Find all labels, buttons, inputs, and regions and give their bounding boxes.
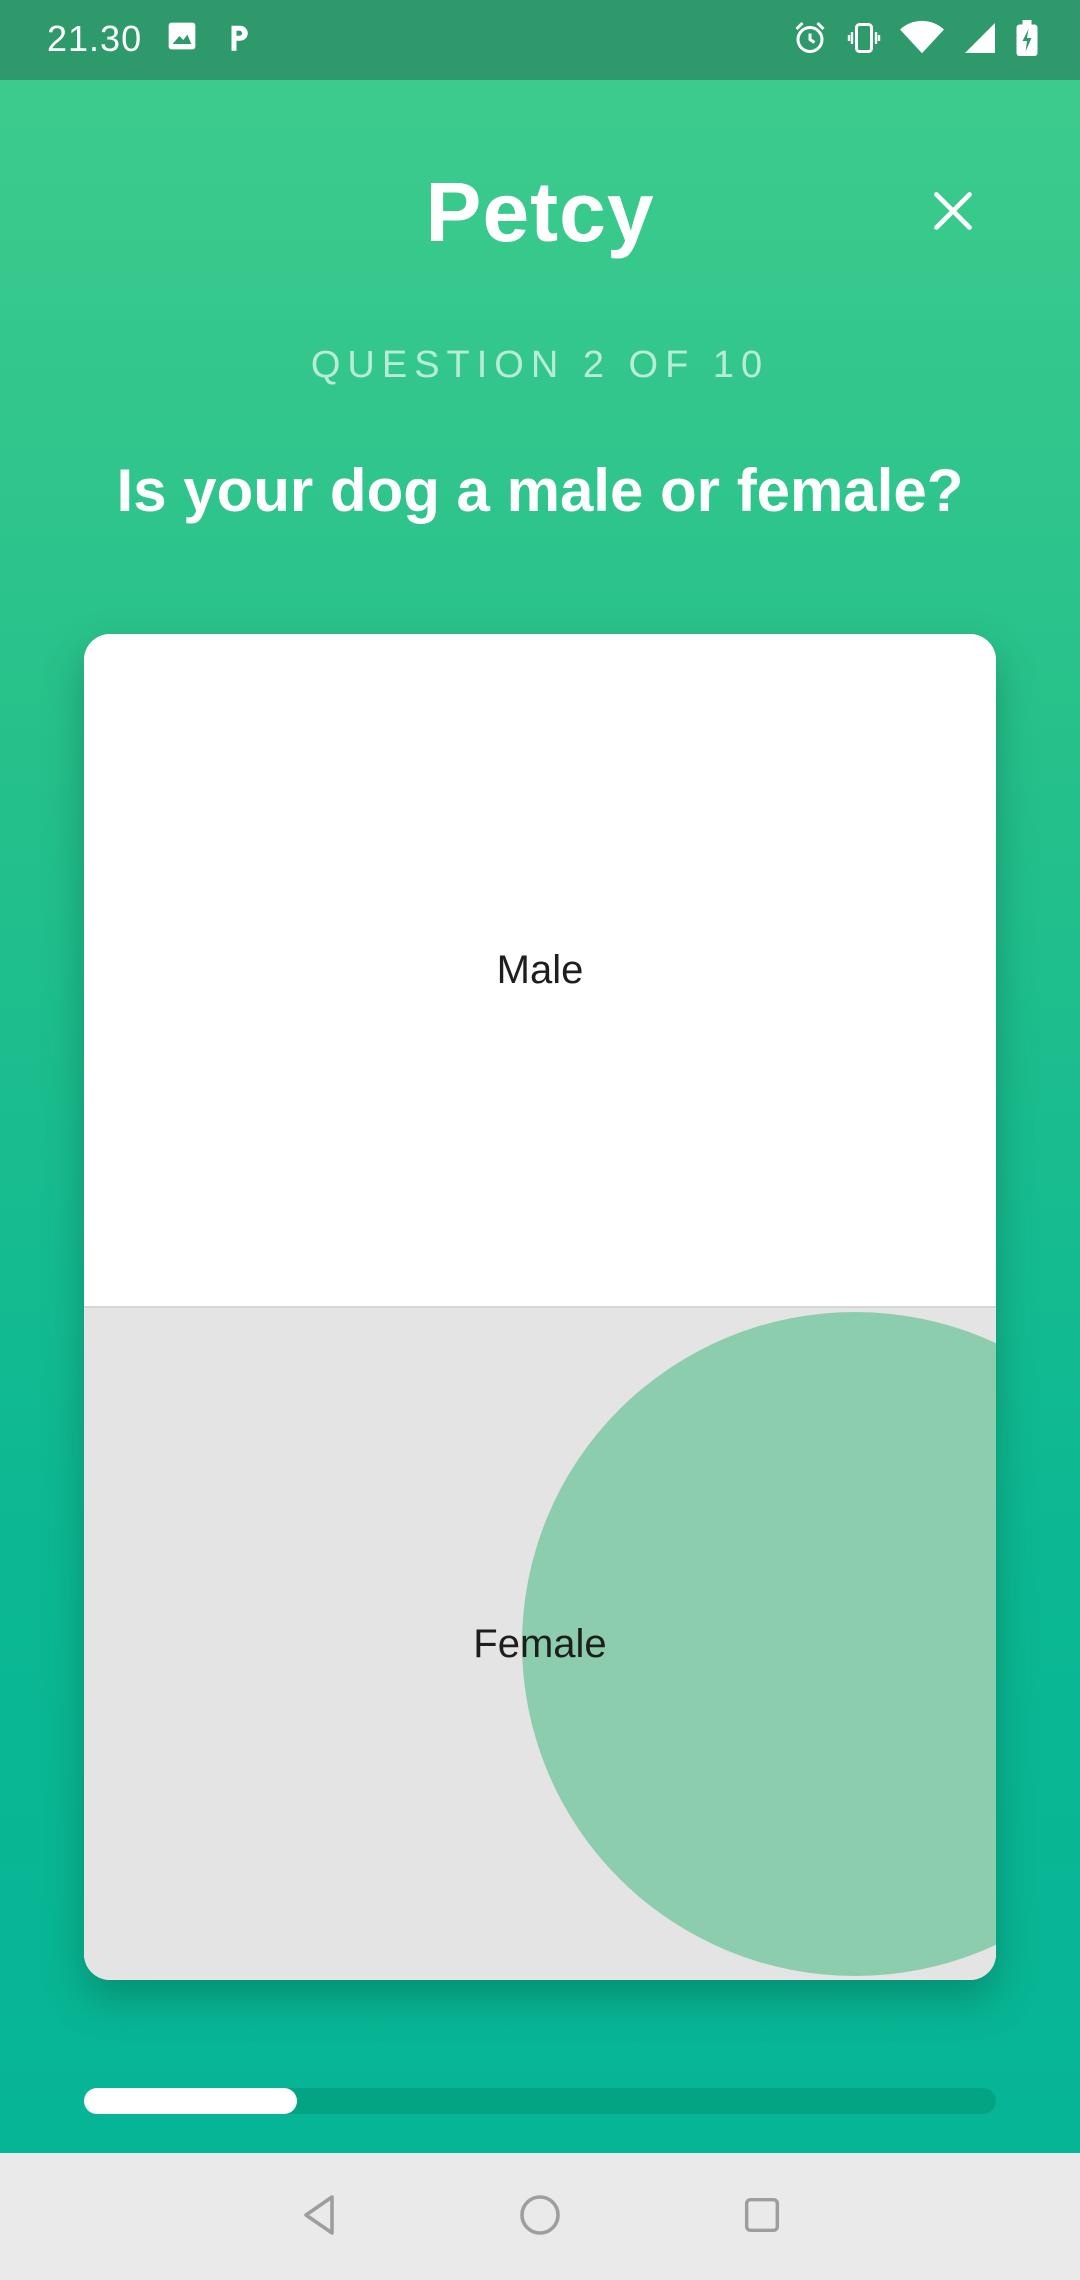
status-right-icons [792, 20, 1038, 56]
wifi-icon [900, 20, 944, 56]
status-time: 21.30 [47, 18, 143, 59]
recents-button[interactable] [730, 2185, 794, 2249]
progress-fill [84, 2088, 297, 2114]
back-icon [296, 2191, 344, 2244]
vibrate-icon [846, 20, 882, 56]
battery-charging-icon [1016, 20, 1038, 56]
home-button[interactable] [508, 2185, 572, 2249]
option-label: Male [496, 947, 584, 992]
close-button[interactable] [920, 180, 986, 246]
back-button[interactable] [288, 2185, 352, 2249]
status-left-icons [166, 20, 254, 54]
option-female-button[interactable]: Female [84, 1306, 996, 1980]
recents-icon [739, 2192, 785, 2243]
app-title: Petcy [425, 165, 655, 259]
status-bar: 21.30 [0, 0, 1080, 80]
question-text: Is your dog a male or female? [116, 457, 964, 524]
answer-card: Male Female [84, 634, 996, 1980]
home-icon [516, 2191, 564, 2244]
alarm-icon [792, 20, 828, 56]
parking-icon [224, 20, 254, 54]
progress-bar [84, 2088, 996, 2114]
option-label: Female [473, 1621, 607, 1666]
signal-icon [962, 20, 998, 56]
image-icon [166, 20, 198, 54]
navigation-bar [0, 2153, 1080, 2280]
option-male-button[interactable]: Male [84, 634, 996, 1306]
quiz-screen: Petcy QUESTION 2 OF 10 Is your dog a mal… [0, 80, 1080, 2153]
question-counter: QUESTION 2 OF 10 [310, 344, 770, 386]
close-icon [931, 189, 975, 238]
